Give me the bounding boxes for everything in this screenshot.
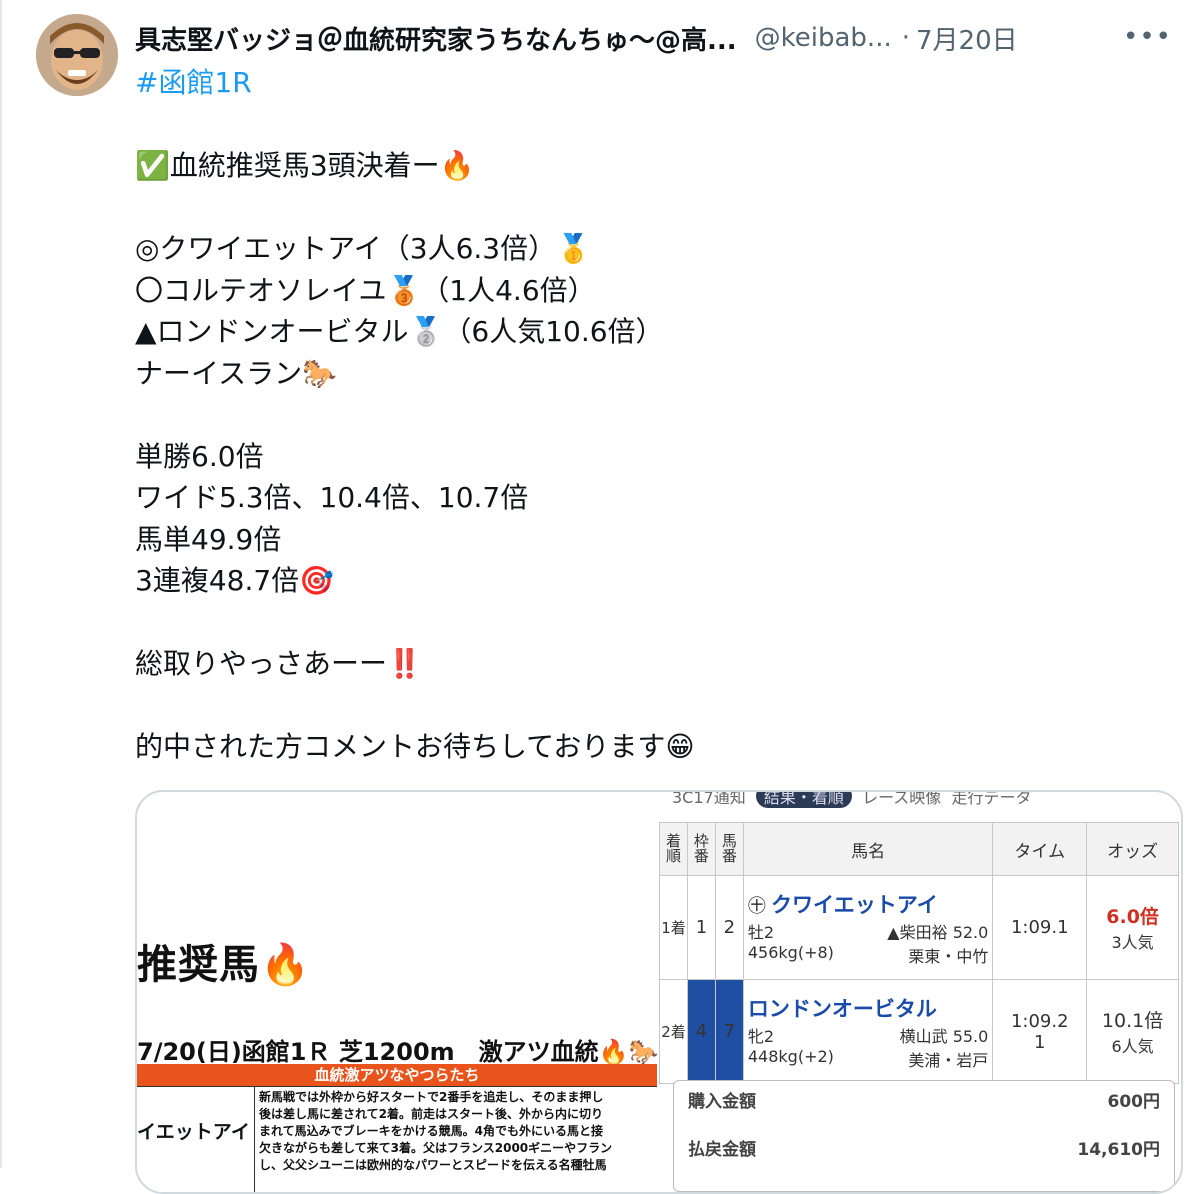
time-cell: 1:09.2 1 — [992, 979, 1088, 1084]
odds: 10.1倍 — [1101, 1010, 1164, 1032]
promo-horse-name: イエットアイ — [137, 1087, 255, 1192]
col-horse: 馬名 — [742, 822, 994, 876]
purchase-value: 600円 — [1107, 1092, 1161, 1112]
text-line: 総取りやっさあーー‼️ — [135, 647, 422, 680]
text-line: 〇コルテオソレイユ🥉（1人4.6倍） — [135, 273, 596, 307]
col-odds: オッズ — [1086, 822, 1179, 876]
date-separator: · — [901, 23, 910, 53]
payout-row: 払戻金額 14,610円 — [688, 1135, 1160, 1160]
text-line — [135, 685, 1175, 727]
col-rank: 着順 — [659, 822, 688, 876]
payout-label: 払戻金額 — [688, 1140, 756, 1160]
jockey: ▲柴田裕 52.0 — [887, 922, 989, 942]
horse-name-link[interactable]: クワイエットアイ — [771, 893, 938, 917]
rank: 2着 — [659, 979, 688, 1084]
attached-image[interactable]: 推奨馬🔥 7/20(日)函館1Ｒ 芝1200m 激アツ血統🔥🐎 血統激アツなやつ… — [135, 790, 1183, 1194]
col-num: 馬番 — [714, 822, 744, 876]
author-avatar[interactable] — [36, 14, 118, 96]
horse-number: 2 — [714, 875, 744, 980]
odds-cell: 10.1倍 6人気 — [1086, 979, 1179, 1084]
horse-cell: ㊉ クワイエットアイ 牡2 ▲柴田裕 52.0 456kg(+8) 栗東・中竹 — [742, 875, 994, 980]
race-time: 1:09.2 — [1010, 1010, 1069, 1032]
odds: 6.0倍 — [1106, 906, 1159, 928]
body-weight: 448kg(+2) — [747, 1046, 834, 1066]
odds-cell: 6.0倍 3人気 — [1086, 875, 1179, 980]
more-options-icon[interactable]: ••• — [1123, 22, 1172, 52]
purchase-label: 購入金額 — [688, 1092, 756, 1112]
race-time: 1:09.1 — [992, 875, 1088, 980]
comment-line: 欠きながらも差して来て3着。父はフランス2000ギニーやフラン — [259, 1141, 613, 1155]
col-waku: 枠番 — [686, 822, 716, 876]
result-tabs: 3C17通知 結果・着順 レース映像 走行データ — [672, 790, 1032, 808]
tab-video: レース映像 — [862, 790, 942, 807]
rank: 1着 — [659, 875, 688, 980]
comment-line: 後は差し馬に差されて2着。前走はスタート後、外から内に切り — [259, 1107, 603, 1121]
text-line: ✅血統推奨馬3頭決着ー🔥 — [135, 149, 475, 182]
margin: 1 — [1034, 1031, 1046, 1053]
body-weight: 456kg(+8) — [747, 942, 834, 962]
waku: 1 — [686, 875, 716, 980]
promo-grid: イエットアイ 新馬戦では外枠から好スタートで2番手を追走し、そのまま押し 後は差し… — [137, 1086, 657, 1192]
race-info: 7/20(日)函館1Ｒ 芝1200m 激アツ血統🔥🐎 — [137, 1038, 659, 1066]
hashtag-link[interactable]: #函館1R — [135, 62, 1175, 104]
foreign-mark-icon: ㊉ — [747, 895, 766, 917]
text-line — [135, 394, 1175, 436]
author-name[interactable]: 具志堅バッジョ＠血統研究家うちなんちゅ～@高... — [135, 20, 737, 57]
stable: 美浦・岩戸 — [908, 1050, 989, 1070]
text-line — [135, 602, 1175, 644]
popularity: 3人気 — [1111, 933, 1154, 952]
promo-comment: 新馬戦では外枠から好スタートで2番手を追走し、そのまま押し 後は差し馬に差されて2… — [259, 1089, 657, 1174]
payout-value: 14,610円 — [1077, 1140, 1160, 1160]
promo-band: 血統激アツなやつらたち — [137, 1064, 657, 1086]
author-handle[interactable]: @keibab... — [755, 23, 892, 53]
sex-age: 牡2 — [747, 922, 775, 942]
text-line: ナーイスラン🐎 — [135, 356, 338, 390]
horse-number: 7 — [714, 979, 744, 1084]
result-table: 着順 枠番 馬番 馬名 タイム オッズ 1着 1 2 ㊉ クワイエットアイ 牡2… — [659, 822, 1179, 1084]
jockey: 横山武 55.0 — [899, 1026, 989, 1046]
tweet-header: 具志堅バッジョ＠血統研究家うちなんちゅ～@高... @keibab... · 7… — [135, 18, 1170, 58]
horse-name-link[interactable]: ロンドンオービタル — [748, 997, 937, 1021]
table-row: 2着 4 7 ロンドンオービタル 牝2 横山武 55.0 448kg(+2) 美浦・… — [659, 979, 1179, 1084]
post-date[interactable]: 7月20日 — [916, 20, 1018, 57]
comment-line: し、父父シユーニは欧州的なパワーとスピードを伝える名種牡馬 — [259, 1158, 607, 1172]
text-line: 単勝6.0倍 — [135, 439, 264, 473]
tab-result: 結果・着順 — [755, 792, 852, 808]
col-time: タイム — [992, 822, 1088, 876]
stable: 栗東・中竹 — [908, 946, 989, 966]
horse-cell: ロンドンオービタル 牝2 横山武 55.0 448kg(+2) 美浦・岩戸 — [742, 979, 994, 1084]
tweet-container: 具志堅バッジョ＠血統研究家うちなんちゅ～@高... @keibab... · 7… — [0, 0, 1200, 1194]
text-line: 3連複48.7倍🎯 — [135, 564, 335, 597]
tweet-text: #函館1R ✅血統推奨馬3頭決着ー🔥 ◎クワイエットアイ（3人6.3倍）🥇 〇コ… — [135, 62, 1175, 768]
waku: 4 — [686, 979, 716, 1084]
text-line: 馬単49.9倍 — [135, 522, 282, 556]
text-line: ◎クワイエットアイ（3人6.3倍）🥇 — [135, 232, 591, 265]
comment-line: まれて馬込みでブレーキをかける競馬。4角でも外にいる馬と接 — [259, 1124, 603, 1138]
purchase-row: 購入金額 600円 — [688, 1087, 1160, 1112]
comment-line: 新馬戦では外枠から好スタートで2番手を追走し、そのまま押し — [259, 1090, 604, 1104]
text-line — [135, 187, 1175, 229]
tab-data: 走行データ — [951, 790, 1032, 807]
promo-title: 推奨馬🔥 — [137, 941, 311, 988]
popularity: 6人気 — [1111, 1037, 1154, 1056]
tab-notice: 3C17通知 — [672, 790, 746, 807]
text-line: ▲ロンドンオービタル🥈（6人気10.6倍） — [135, 315, 664, 348]
table-header-row: 着順 枠番 馬番 馬名 タイム オッズ — [659, 822, 1179, 876]
sex-age: 牝2 — [747, 1026, 775, 1046]
payout-summary: 購入金額 600円 払戻金額 14,610円 — [673, 1080, 1175, 1192]
text-line: ワイド5.3倍、10.4倍、10.7倍 — [135, 481, 529, 514]
text-line: 的中された方コメントお待ちしております😁 — [135, 730, 695, 763]
table-row: 1着 1 2 ㊉ クワイエットアイ 牡2 ▲柴田裕 52.0 456kg(+8) 栗… — [659, 875, 1179, 980]
text-line — [135, 104, 1175, 146]
